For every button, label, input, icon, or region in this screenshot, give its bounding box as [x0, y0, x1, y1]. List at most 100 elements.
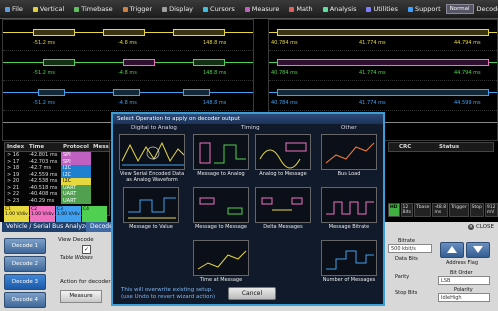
view-decode-checkbox[interactable]: ✓ — [82, 245, 91, 254]
trigger-icon — [122, 6, 128, 12]
decode-2-button[interactable]: Decode 2 — [4, 256, 46, 272]
thumbnail — [193, 187, 249, 223]
time-label: 40.784 ms — [271, 100, 298, 106]
data-bits-label: Data Bits — [395, 256, 418, 262]
menu-support[interactable]: Support — [403, 5, 446, 13]
time-label: -51.2 ms — [33, 40, 56, 46]
chart-thumbnail-icon — [197, 250, 247, 270]
menu-analysis[interactable]: Analysis — [318, 5, 362, 13]
packet-block — [173, 29, 225, 36]
trigger-mode-indicator[interactable]: Normal — [445, 4, 474, 14]
time-label: 44.794 ms — [454, 70, 481, 76]
up-arrow-icon — [447, 246, 457, 253]
close-button[interactable]: × CLOSE — [467, 224, 494, 230]
dialog-title: Select Operation to apply on decoder out… — [113, 114, 383, 124]
time-label: -4.8 ms — [118, 70, 137, 76]
packet-block — [33, 29, 75, 36]
channel-c3[interactable]: C3 1.00 V/div — [56, 206, 81, 222]
option-message-bitrate[interactable]: Message Bitrate — [321, 187, 377, 230]
menu-cursors[interactable]: Cursors — [198, 5, 240, 13]
wizard-note: This will overwrite existing setup. (use… — [121, 287, 216, 300]
packet-block — [183, 89, 210, 96]
menu-measure[interactable]: Measure — [240, 5, 285, 13]
time-label: -4.8 ms — [118, 40, 137, 46]
col-message: Mess — [93, 144, 109, 150]
time-label: -51.2 ms — [33, 70, 56, 76]
chart-thumbnail-icon — [199, 142, 246, 164]
operation-dialog[interactable]: Select Operation to apply on decoder out… — [111, 112, 385, 306]
channel-descriptors: C1 1.00 V/div C2 1.00 V/div C3 1.00 V/div C… — [4, 206, 107, 222]
packet-block — [123, 59, 155, 66]
grid-line — [269, 50, 497, 51]
channel-c2[interactable]: C2 1.00 V/div — [30, 206, 55, 222]
option-view-serial-analog[interactable]: View Serial Encoded Data as Analog Wavef… — [119, 134, 185, 183]
decode-1-button[interactable]: Decode 1 — [4, 238, 46, 254]
table-row[interactable]: > 23 -40.29 ms UART — [5, 197, 109, 204]
grid-line — [3, 110, 253, 111]
packet-block — [113, 89, 140, 96]
menu-math[interactable]: Math — [284, 5, 317, 13]
analysis-icon — [322, 6, 328, 12]
option-message-to-analog[interactable]: Message to Analog — [193, 134, 249, 177]
channel-c4[interactable]: C4 — [82, 206, 107, 222]
file-icon — [5, 6, 10, 12]
thumbnail — [321, 187, 377, 223]
bits-readout: 12 Bits — [400, 203, 413, 217]
col-index: Index — [7, 144, 25, 150]
action-for-decoder-label: Action for decoder — [60, 279, 111, 285]
col-protocol: Protocol — [63, 144, 89, 150]
tab-vehicle-serial-bus[interactable]: Vehicle / Serial Bus Analyzer — [2, 222, 96, 232]
up-button[interactable] — [440, 242, 464, 258]
measure-button[interactable]: Measure — [60, 290, 102, 303]
channel-c1[interactable]: C1 1.00 V/div — [4, 206, 29, 222]
trigger-label[interactable]: Trigger — [449, 203, 469, 217]
option-number-of-messages[interactable]: Number of Messages — [321, 240, 377, 283]
tbase-label[interactable]: Tbase — [413, 203, 432, 217]
measure-icon — [244, 6, 250, 12]
option-bus-load[interactable]: Bus Load — [321, 134, 377, 177]
time-label: 41.774 ms — [359, 100, 386, 106]
menu-file[interactable]: File — [0, 5, 28, 13]
option-message-to-value[interactable]: Message to Value — [123, 187, 179, 230]
table-header-right: CRC Status — [388, 142, 494, 152]
option-analog-to-message[interactable]: Analog to Message — [255, 134, 311, 177]
grid-line — [269, 110, 497, 111]
packet-block — [277, 59, 489, 66]
option-time-at-message[interactable]: Time at Message — [193, 240, 249, 283]
menu-display[interactable]: Display — [157, 5, 198, 13]
menu-vertical[interactable]: Vertical — [28, 5, 69, 13]
packet-block — [43, 59, 75, 66]
support-icon — [407, 6, 413, 12]
cancel-button[interactable]: Cancel — [228, 287, 276, 300]
col-crc: CRC — [399, 144, 412, 150]
time-label: -4.8 ms — [118, 100, 137, 106]
down-button[interactable] — [466, 242, 490, 258]
bitrate-field[interactable]: 500 kbit/s — [388, 244, 432, 253]
display-icon — [162, 6, 168, 12]
menu-decode[interactable]: Decode — [477, 5, 498, 13]
decode-3-button[interactable]: Decode 3 — [4, 274, 46, 290]
option-message-to-message[interactable]: Message to Message — [193, 187, 249, 230]
timebase-icon — [74, 6, 80, 12]
packet-block — [277, 89, 489, 96]
stop-label: Stop — [469, 203, 484, 217]
thumbnail — [193, 134, 249, 170]
menu-timebase[interactable]: Timebase — [69, 5, 117, 13]
hd-badge: HD — [388, 203, 400, 217]
time-label: 41.774 ms — [359, 70, 386, 76]
bit-order-field[interactable]: LSB — [438, 276, 490, 285]
close-icon: × — [467, 224, 474, 230]
status-row: HD 12 Bits Tbase -48.8 ms Trigger Stop 9… — [388, 203, 498, 217]
decode-table[interactable]: Index Time Protocol Mess > 16 -42.801 ms S… — [4, 142, 110, 216]
decode-4-button[interactable]: Decode 4 — [4, 292, 46, 308]
menu-bar: File Vertical Timebase Trigger Display C… — [0, 0, 498, 19]
time-label: -51.2 ms — [33, 100, 56, 106]
menu-trigger[interactable]: Trigger — [118, 5, 157, 13]
chart-thumbnail-icon — [326, 250, 374, 270]
menu-right: Normal Decode — [445, 4, 498, 14]
menu-utilities[interactable]: Utilities — [361, 5, 402, 13]
option-delta-messages[interactable]: Delta Messages — [255, 187, 311, 230]
thumbnail — [255, 134, 311, 170]
polarity-field[interactable]: IdleHigh — [438, 293, 490, 302]
math-icon — [289, 6, 295, 12]
